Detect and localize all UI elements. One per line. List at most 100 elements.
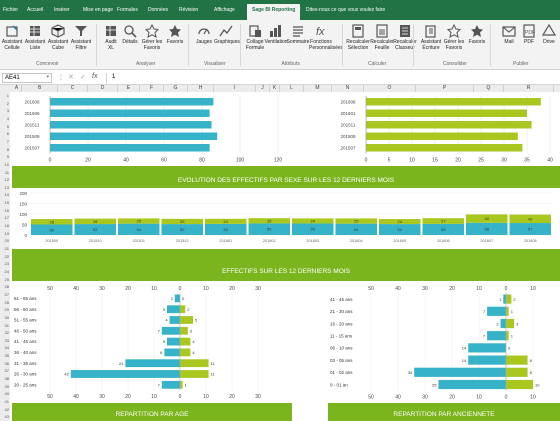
column-header-n[interactable]: N	[332, 85, 364, 92]
x-tick-label: 201602	[263, 239, 276, 243]
row-header[interactable]: 37	[0, 367, 10, 376]
ribbon-button-ventilation[interactable]: Ventilation	[264, 24, 288, 45]
row-header[interactable]: 23	[0, 260, 10, 268]
menu-affichage[interactable]: Affichage	[214, 7, 235, 13]
row-header[interactable]: 8	[0, 145, 10, 154]
row-header[interactable]: 4	[0, 114, 10, 123]
column-header-e[interactable]: E	[118, 85, 140, 92]
column-header-m[interactable]: M	[304, 85, 332, 92]
row-header[interactable]: 19	[0, 229, 10, 238]
column-header-o[interactable]: O	[364, 85, 416, 92]
column-header-r[interactable]: R	[504, 85, 554, 92]
ribbon-button-gerer-les-favoris[interactable]: Gérer les Favoris	[442, 24, 466, 51]
ribbon-button-fonctions-personnalisees[interactable]: fx Fonctions Personnalisées	[309, 24, 343, 51]
row-header[interactable]: 7	[0, 137, 10, 146]
column-header-b[interactable]: B	[22, 85, 58, 92]
row-header[interactable]: 38	[0, 375, 10, 383]
ribbon-button-favoris[interactable]: Favoris	[465, 24, 489, 45]
row-header[interactable]: 36	[0, 359, 10, 368]
row-header[interactable]: 41	[0, 398, 10, 406]
row-header[interactable]: 35	[0, 352, 10, 360]
ribbon-button-label: Graphiques	[214, 39, 240, 45]
menu-r-vision[interactable]: Révision	[179, 7, 198, 13]
menu-ins-rer[interactable]: Insérer	[54, 7, 70, 13]
column-header-i[interactable]: I	[214, 85, 256, 92]
tell-me-box[interactable]: Dites-nous ce que vous voulez faire	[306, 7, 385, 13]
column-header-p[interactable]: P	[416, 85, 474, 92]
ribbon-button-recalculer-feuille[interactable]: Recalculer Feuille	[370, 24, 394, 51]
row-header[interactable]: 17	[0, 214, 10, 223]
row-header[interactable]: 21	[0, 245, 10, 253]
row-header[interactable]: 3	[0, 107, 10, 115]
row-header[interactable]: 42	[0, 405, 10, 414]
ribbon-group-visualiser: Visualiser	[204, 61, 226, 67]
ribbon-button-assistant-ecriture[interactable]: Assistant Écriture	[419, 24, 443, 51]
column-header-l[interactable]: L	[280, 85, 304, 92]
ribbon-button-drive[interactable]: Drive	[537, 24, 560, 45]
menu-sage-bi-reporting[interactable]: Sage BI Reporting	[247, 4, 301, 20]
ribbon-button-details[interactable]: Détails	[118, 24, 142, 45]
column-header-j[interactable]: J	[256, 85, 270, 92]
row-header[interactable]: 26	[0, 283, 10, 291]
ribbon-button-graphiques[interactable]: Graphiques	[214, 24, 240, 45]
row-header[interactable]: 5	[0, 122, 10, 131]
menu-mise-en-page[interactable]: Mise en page	[83, 7, 113, 13]
more-options-icon: ⋮	[58, 75, 64, 81]
row-header[interactable]: 25	[0, 275, 10, 284]
ribbon-button-recalculer-selection[interactable]: Recalculer Sélection	[346, 24, 370, 51]
row-header[interactable]: 2	[0, 99, 10, 108]
ribbon-button-assistant-liste[interactable]: Assistant Liste	[23, 24, 47, 51]
confirm-icon[interactable]: ✓	[80, 73, 86, 81]
worksheet[interactable]: ABCDEFGHIJKLMNOPQR 1 2 3 4 5 6 7 8 9 10 11 12 13 14 15…	[0, 85, 560, 421]
formula-input[interactable]: 1	[106, 73, 556, 83]
column-header-a[interactable]: A	[12, 85, 22, 92]
menu-donn-es[interactable]: Données	[148, 7, 168, 13]
row-header[interactable]: 15	[0, 199, 10, 207]
column-header-h[interactable]: H	[188, 85, 214, 92]
ribbon-button-assistant-filtre[interactable]: Assistant Filtre	[69, 24, 93, 51]
name-box[interactable]: AE41 ▾	[2, 73, 52, 83]
row-header[interactable]: 18	[0, 222, 10, 230]
row-header[interactable]: 10	[0, 160, 10, 169]
column-header-f[interactable]: F	[140, 85, 164, 92]
ribbon-button-gerer-les-favoris[interactable]: Gérer les Favoris	[140, 24, 164, 51]
insert-function-icon[interactable]: fx	[92, 73, 97, 80]
row-header[interactable]: 20	[0, 237, 10, 245]
chevron-down-icon[interactable]: ▾	[46, 74, 49, 80]
row-header[interactable]: 27	[0, 290, 10, 299]
menu-accueil[interactable]: Accueil	[27, 7, 43, 13]
row-header[interactable]: 33	[0, 336, 10, 345]
row-header[interactable]: 1	[0, 92, 10, 100]
row-header[interactable]: 14	[0, 191, 10, 200]
ribbon-button-assistant-cellule[interactable]: Assistant Cellule	[0, 24, 24, 51]
row-header[interactable]: 34	[0, 344, 10, 353]
row-header[interactable]: 12	[0, 176, 10, 184]
row-header[interactable]: 40	[0, 390, 10, 399]
row-header[interactable]: 13	[0, 183, 10, 192]
row-header[interactable]: 30	[0, 313, 10, 322]
row-header[interactable]: 24	[0, 267, 10, 276]
cancel-icon[interactable]: ✕	[68, 73, 74, 81]
ribbon-button-assistant-cube[interactable]: Assistant Cube	[46, 24, 70, 51]
ribbon-button-sommaire[interactable]: Sommaire	[286, 24, 310, 45]
ribbon-button-favoris[interactable]: Favoris	[163, 24, 187, 45]
row-header[interactable]: 32	[0, 329, 10, 337]
column-header-d[interactable]: D	[88, 85, 118, 92]
menu-formules[interactable]: Formules	[117, 7, 138, 13]
column-header-c[interactable]: C	[58, 85, 88, 92]
row-header[interactable]: 9	[0, 153, 10, 161]
row-header[interactable]: 43	[0, 413, 10, 421]
column-header-k[interactable]: K	[270, 85, 280, 92]
row-header[interactable]: 29	[0, 306, 10, 314]
ribbon-button-jauges[interactable]: Jauges	[192, 24, 216, 45]
row-header[interactable]: 16	[0, 206, 10, 215]
row-header[interactable]: 6	[0, 130, 10, 138]
menu-fichier[interactable]: Fichier	[3, 7, 18, 13]
row-header[interactable]: 22	[0, 252, 10, 261]
column-header-q[interactable]: Q	[474, 85, 504, 92]
row-header[interactable]: 31	[0, 321, 10, 330]
row-header[interactable]: 11	[0, 168, 10, 177]
column-header-g[interactable]: G	[164, 85, 188, 92]
row-header[interactable]: 39	[0, 382, 10, 391]
row-header[interactable]: 28	[0, 298, 10, 307]
